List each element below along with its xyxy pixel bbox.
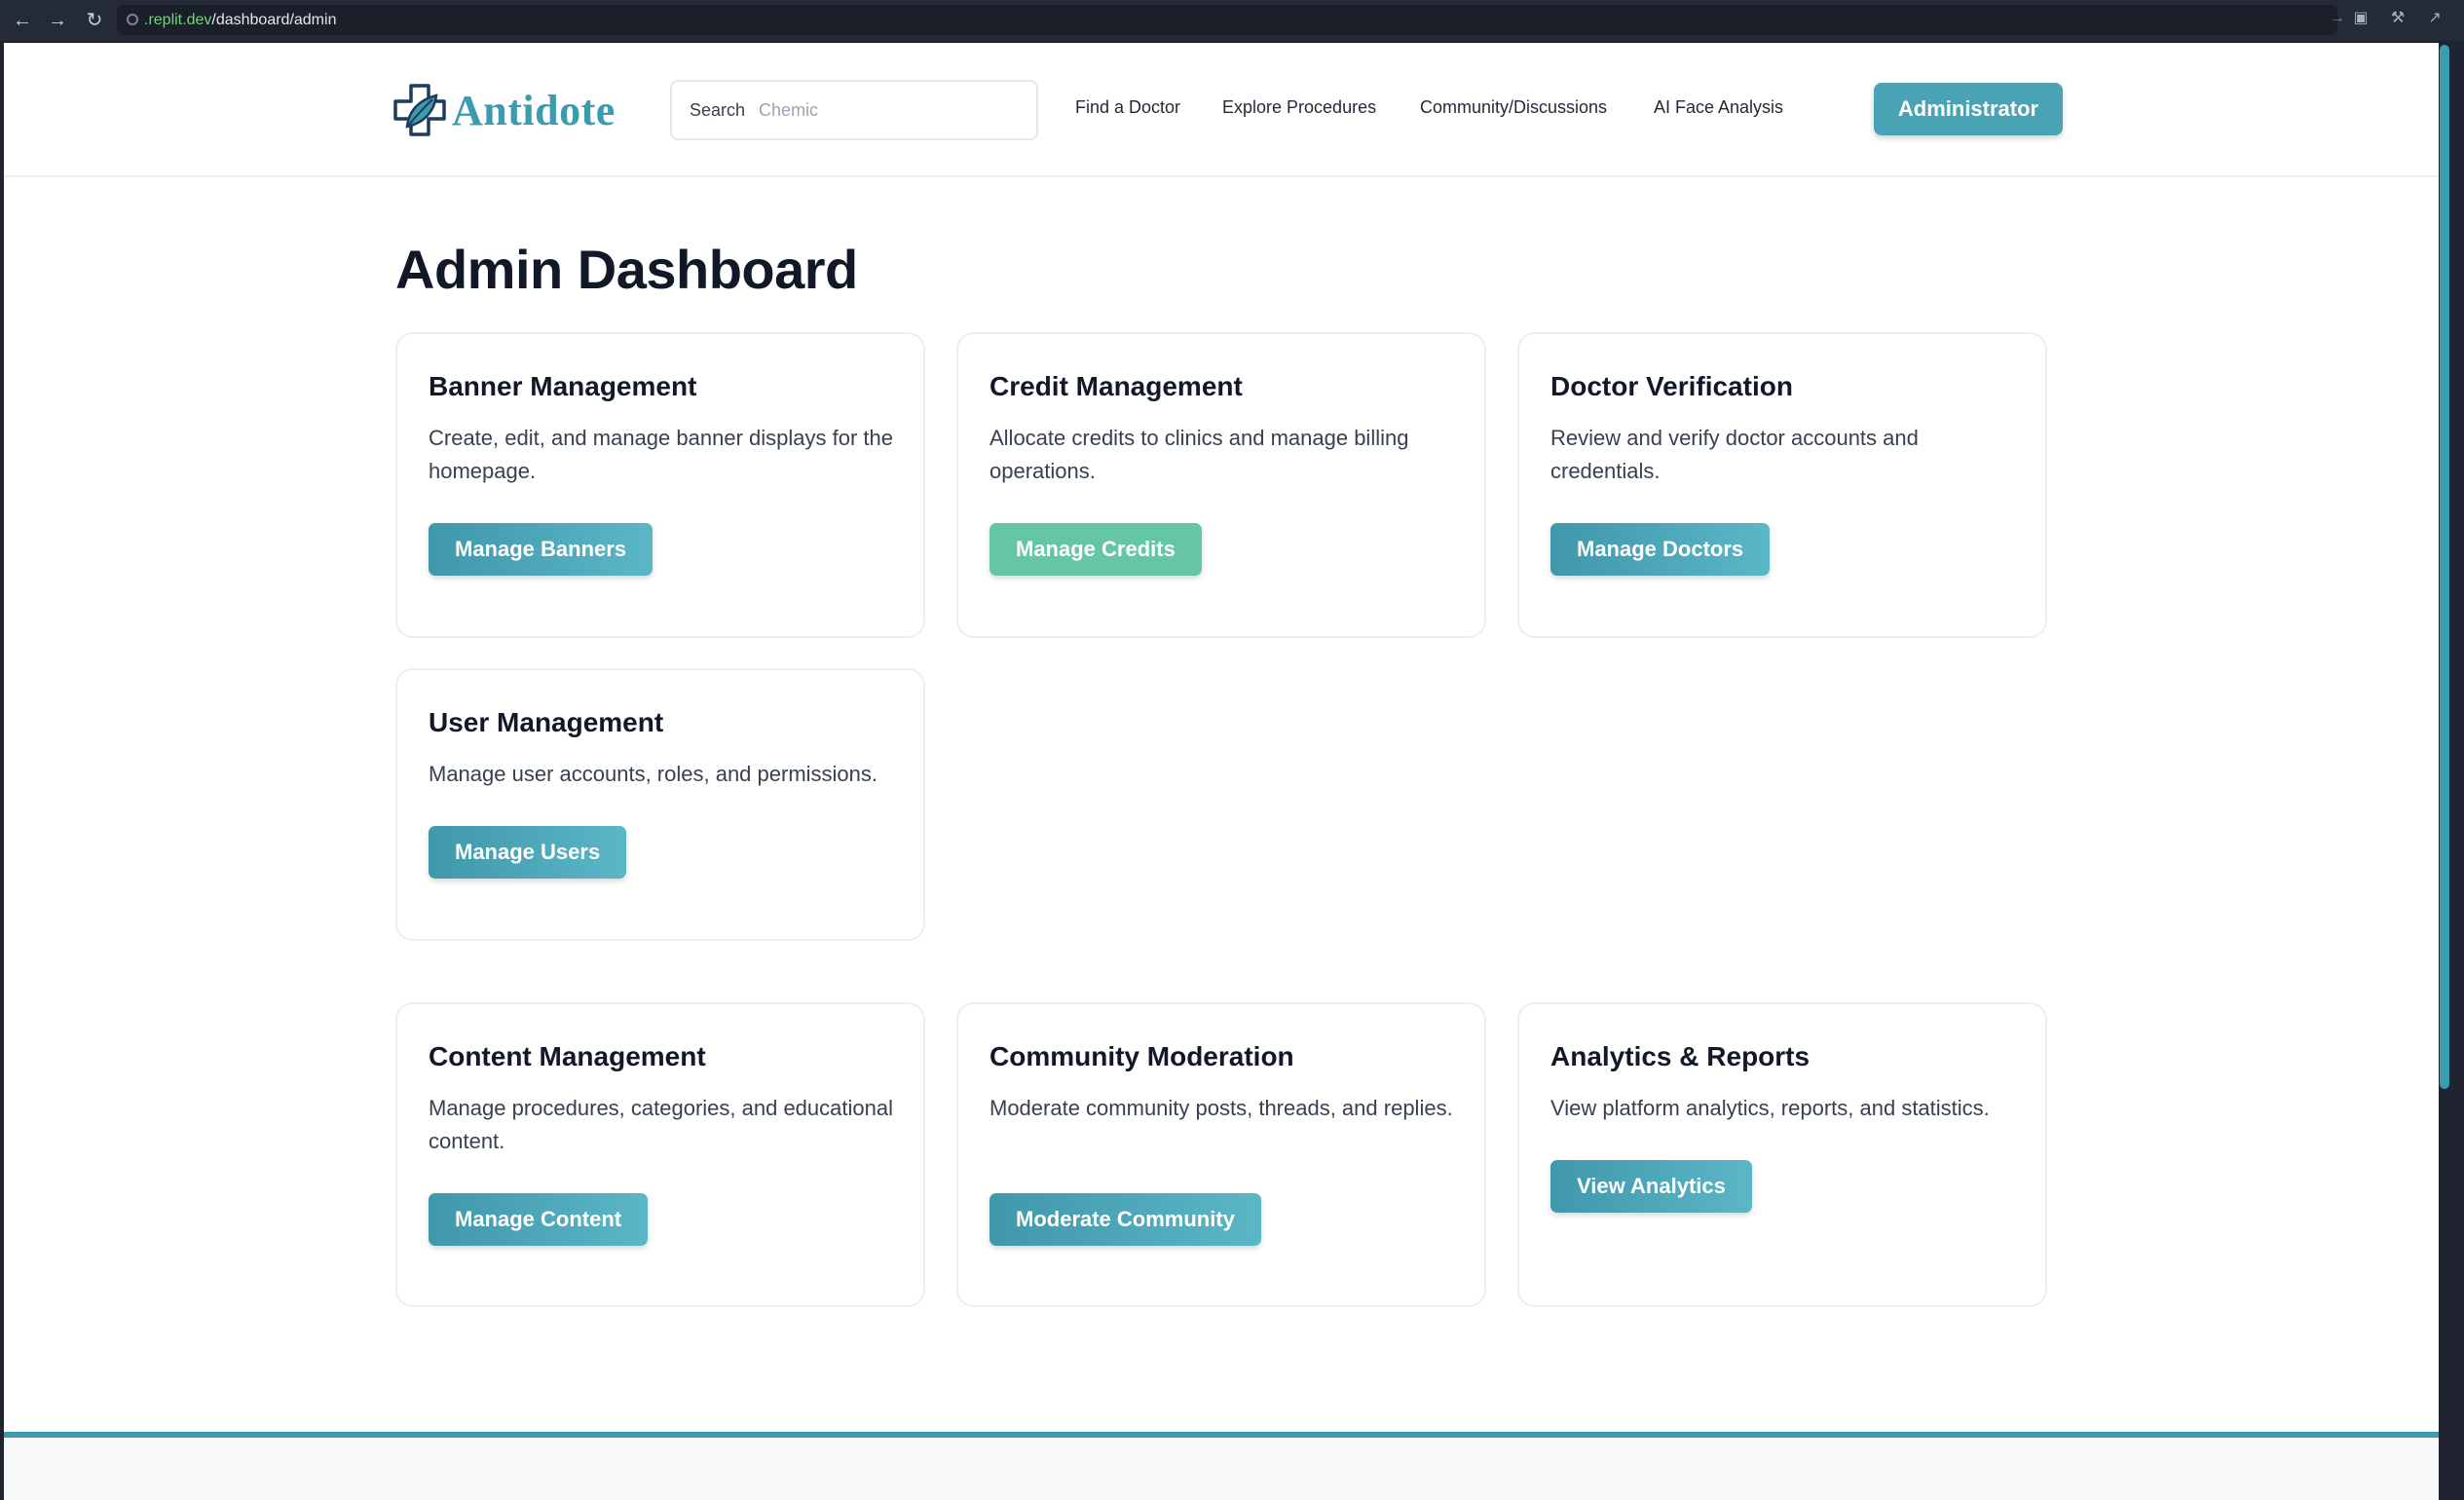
site-header: Antidote Search Find a Doctor Explore Pr… <box>4 43 2439 177</box>
monitor-icon[interactable]: ▣ <box>2351 9 2371 28</box>
nav-find-a-doctor[interactable]: Find a Doctor <box>1075 97 1180 118</box>
link-icon <box>127 14 138 25</box>
card-description: View platform analytics, reports, and st… <box>1550 1096 1990 1120</box>
card-user-management: User Management Manage user accounts, ro… <box>395 668 925 941</box>
wrench-icon[interactable]: ⚒ <box>2388 9 2408 28</box>
manage-banners-button[interactable]: Manage Banners <box>429 523 653 576</box>
card-title: Credit Management <box>989 371 1243 401</box>
nav-explore-procedures[interactable]: Explore Procedures <box>1222 97 1376 118</box>
moderate-community-button[interactable]: Moderate Community <box>989 1193 1261 1246</box>
brand-name: Antidote <box>452 86 616 134</box>
card-title: Banner Management <box>429 371 697 401</box>
card-title: Content Management <box>429 1041 706 1071</box>
reload-icon[interactable]: ↻ <box>82 8 107 33</box>
url-path: /dashboard/admin <box>211 12 337 28</box>
page-title: Admin Dashboard <box>395 239 858 300</box>
search-box[interactable]: Search <box>670 80 1038 140</box>
scrollbar-thumb[interactable] <box>2440 45 2449 1089</box>
address-bar[interactable]: .replit.dev/dashboard/admin <box>117 5 2337 35</box>
view-analytics-button[interactable]: View Analytics <box>1550 1160 1752 1213</box>
nav-community-discussions[interactable]: Community/Discussions <box>1420 97 1607 118</box>
brand-logo[interactable]: Antidote <box>392 82 616 138</box>
card-community-moderation: Community Moderation Moderate community … <box>956 1002 1486 1307</box>
card-description: Create, edit, and manage banner displays… <box>429 426 893 483</box>
card-credit-management: Credit Management Allocate credits to cl… <box>956 332 1486 638</box>
search-label: Search <box>690 99 746 120</box>
search-input[interactable] <box>759 99 993 121</box>
manage-doctors-button[interactable]: Manage Doctors <box>1550 523 1771 576</box>
card-banner-management: Banner Management Create, edit, and mana… <box>395 332 925 638</box>
card-title: Doctor Verification <box>1550 371 1793 401</box>
go-arrow-icon[interactable]: → <box>2330 10 2345 27</box>
card-description: Manage user accounts, roles, and permiss… <box>429 762 878 786</box>
administrator-button[interactable]: Administrator <box>1874 83 2063 135</box>
page-viewport: Antidote Search Find a Doctor Explore Pr… <box>4 43 2439 1500</box>
card-description: Allocate credits to clinics and manage b… <box>989 426 1409 483</box>
browser-toolbar: ← → ↻ .replit.dev/dashboard/admin → ▣ ⚒ … <box>0 0 2464 41</box>
nav-ai-face-analysis[interactable]: AI Face Analysis <box>1654 97 1783 118</box>
card-doctor-verification: Doctor Verification Review and verify do… <box>1517 332 2047 638</box>
url-host: .replit.dev <box>144 12 212 28</box>
card-title: Community Moderation <box>989 1041 1294 1071</box>
card-title: Analytics & Reports <box>1550 1041 1811 1071</box>
card-analytics-reports: Analytics & Reports View platform analyt… <box>1517 1002 2047 1307</box>
card-description: Moderate community posts, threads, and r… <box>989 1096 1453 1120</box>
external-link-icon[interactable]: ↗ <box>2425 9 2445 28</box>
site-footer <box>4 1438 2439 1500</box>
back-arrow-icon[interactable]: ← <box>10 8 35 33</box>
card-description: Manage procedures, categories, and educa… <box>429 1096 893 1153</box>
manage-content-button[interactable]: Manage Content <box>429 1193 649 1246</box>
card-description: Review and verify doctor accounts and cr… <box>1550 426 1919 483</box>
medical-cross-leaf-icon <box>393 84 446 136</box>
manage-credits-button[interactable]: Manage Credits <box>989 523 1202 576</box>
forward-arrow-icon[interactable]: → <box>45 8 70 33</box>
manage-users-button[interactable]: Manage Users <box>429 826 627 879</box>
card-content-management: Content Management Manage procedures, ca… <box>395 1002 925 1307</box>
card-title: User Management <box>429 707 664 737</box>
